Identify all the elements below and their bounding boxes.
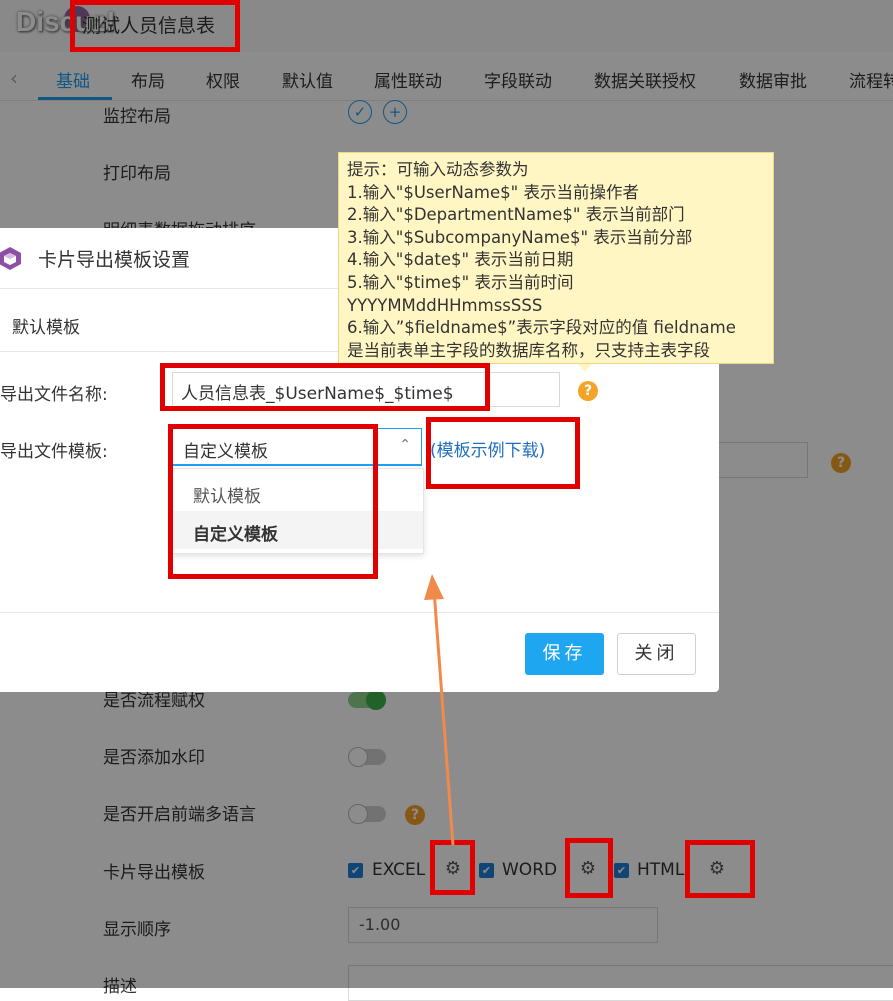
template-label: 导出文件模板: [0, 442, 108, 462]
tab-default-template[interactable]: 默认模板 [12, 313, 80, 338]
tooltip-line: 5.输入"$time$" 表示当前时间 [347, 272, 574, 292]
cube-icon [0, 247, 21, 270]
annotation-box-word-gear [565, 838, 613, 898]
tooltip-line: 提示：可输入动态参数为 [347, 160, 529, 179]
divider [0, 612, 719, 613]
dynamic-params-tooltip: 提示：可输入动态参数为 1.输入"$UserName$" 表示当前操作者 2.输… [338, 152, 774, 364]
file-name-help-icon[interactable]: ? [578, 381, 598, 401]
annotation-box-excel-gear [430, 840, 475, 895]
tooltip-line: 4.输入"$date$" 表示当前日期 [347, 250, 574, 270]
save-button[interactable]: 保存 [525, 633, 604, 675]
annotation-box-file-name [160, 363, 490, 411]
tooltip-arrow [578, 364, 592, 372]
tooltip-line: YYYYMMddHHmmssSSS [347, 295, 543, 315]
modal-title: 卡片导出模板设置 [38, 249, 191, 271]
chevron-up-icon: ⌃ [399, 437, 411, 453]
tooltip-line: 3.输入"$SubcompanyName$" 表示当前分部 [347, 227, 693, 247]
close-button[interactable]: 关闭 [617, 633, 696, 675]
annotation-box-title [70, 0, 240, 52]
annotation-box-template-select [168, 424, 378, 579]
tooltip-line: 是当前表单主字段的数据库名称，只支持主表字段 [347, 340, 710, 360]
annotation-box-html-gear [685, 840, 755, 898]
tooltip-line: 2.输入"$DepartmentName$" 表示当前部门 [347, 205, 685, 225]
file-name-label: 导出文件名称: [0, 385, 108, 405]
annotation-box-download-link [426, 417, 580, 489]
tooltip-line: 6.输入”$fieldname$”表示字段对应的值 fieldname [347, 318, 736, 338]
tooltip-line: 1.输入"$UserName$" 表示当前操作者 [347, 182, 639, 202]
